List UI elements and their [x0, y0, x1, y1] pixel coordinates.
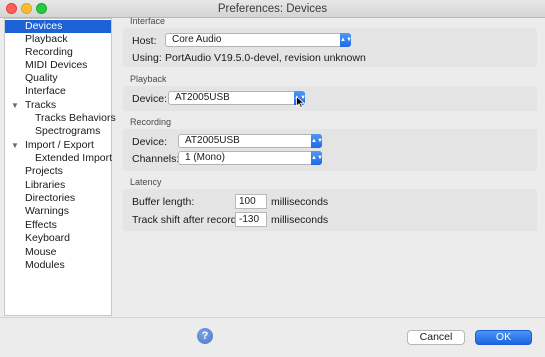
sidebar-item-mouse[interactable]: Mouse: [5, 246, 111, 259]
host-label: Host:: [132, 35, 157, 47]
recording-device-select[interactable]: AT2005USB ▲▼: [178, 134, 323, 148]
using-value: PortAudio V19.5.0-devel, revision unknow…: [165, 52, 366, 64]
playback-device-label: Device:: [132, 93, 168, 105]
recording-device-value: AT2005USB: [185, 135, 240, 146]
channels-value: 1 (Mono): [185, 152, 226, 163]
help-button-label: ?: [201, 330, 209, 342]
maximize-icon[interactable]: [36, 3, 47, 14]
sidebar-item-libraries[interactable]: Libraries: [5, 179, 111, 192]
cancel-button[interactable]: Cancel: [407, 330, 465, 345]
track-shift-field[interactable]: [235, 212, 269, 227]
sidebar-item-warnings[interactable]: Warnings: [5, 205, 111, 218]
using-label: Using:: [132, 52, 162, 64]
sidebar-item-label: Quality: [25, 72, 58, 84]
sidebar-item-label: Directories: [25, 192, 76, 204]
playback-device-select[interactable]: AT2005USB ▲▼: [168, 91, 306, 105]
sidebar-item-midi-devices[interactable]: MIDI Devices: [5, 59, 111, 72]
buffer-length-field[interactable]: [235, 194, 269, 209]
playback-device-value: AT2005USB: [175, 92, 230, 103]
sidebar-item-recording[interactable]: Recording: [5, 46, 111, 59]
track-shift-unit: milliseconds: [271, 214, 329, 226]
sidebar-item-quality[interactable]: Quality: [5, 72, 111, 85]
sidebar-item-modules[interactable]: Modules: [5, 259, 111, 272]
sidebar-item-label: Projects: [25, 165, 63, 177]
window-title: Preferences: Devices: [217, 2, 328, 15]
host-select-value: Core Audio: [172, 34, 222, 45]
latency-section-label: Latency: [130, 177, 162, 187]
sidebar-item-label: Libraries: [25, 179, 66, 191]
track-shift-input[interactable]: [236, 213, 269, 226]
recording-device-label: Device:: [132, 136, 168, 148]
expand-triangle-icon[interactable]: ▼: [11, 99, 19, 112]
sidebar-item-interface[interactable]: Interface: [5, 85, 111, 98]
help-icon[interactable]: ?: [197, 328, 213, 344]
minimize-icon[interactable]: [21, 3, 32, 14]
sidebar-item-label: Warnings: [25, 205, 69, 217]
track-shift-label: Track shift after record:: [132, 214, 240, 226]
sidebar-item-keyboard[interactable]: Keyboard: [5, 232, 111, 245]
buffer-length-label: Buffer length:: [132, 196, 195, 208]
playback-section-label: Playback: [130, 74, 167, 84]
sidebar-item-label: Playback: [25, 33, 68, 45]
interface-section-label: Interface: [130, 16, 166, 26]
sidebar-item-label: Keyboard: [25, 232, 70, 244]
sidebar-item-spectrograms[interactable]: Spectrograms: [5, 125, 111, 138]
channels-label: Channels:: [132, 153, 180, 165]
sidebar-item-label: Recording: [25, 46, 73, 58]
buffer-length-input[interactable]: [236, 195, 269, 208]
popup-arrows-icon: ▲▼: [311, 151, 323, 165]
buffer-length-unit: milliseconds: [271, 196, 329, 208]
sidebar-item-effects[interactable]: Effects: [5, 219, 111, 232]
host-select[interactable]: Core Audio ▲▼: [165, 33, 352, 47]
title-bar: Preferences: Devices: [0, 0, 545, 18]
sidebar-item-label: Tracks: [25, 99, 57, 111]
sidebar-item-label: Extended Import: [35, 152, 113, 164]
sidebar-item-extended-import[interactable]: Extended Import: [5, 152, 113, 165]
preferences-sidebar: Devices Playback Recording MIDI Devices …: [4, 18, 116, 316]
popup-arrows-icon: ▲▼: [340, 33, 352, 47]
sidebar-item-import-export[interactable]: ▼ Import / Export: [5, 139, 111, 152]
sidebar-item-label: Interface: [25, 85, 66, 97]
sidebar-item-playback[interactable]: Playback: [5, 33, 111, 46]
sidebar-item-label: Tracks Behaviors: [35, 112, 116, 124]
sidebar-item-label: MIDI Devices: [25, 59, 88, 71]
sidebar-item-label: Effects: [25, 219, 57, 231]
sidebar-item-devices[interactable]: Devices: [5, 20, 111, 33]
sidebar-item-label: Modules: [25, 259, 65, 271]
sidebar-item-label: Devices: [25, 20, 63, 32]
mouse-cursor-icon: [296, 96, 305, 108]
sidebar-item-label: Spectrograms: [35, 125, 101, 137]
sidebar-item-tracks[interactable]: ▼ Tracks: [5, 99, 111, 112]
sidebar-item-label: Mouse: [25, 246, 57, 258]
footer-divider: [0, 317, 545, 318]
ok-button[interactable]: OK: [475, 330, 532, 345]
sidebar-item-label: Import / Export: [25, 139, 94, 151]
popup-arrows-icon: ▲▼: [311, 134, 323, 148]
recording-section-label: Recording: [130, 117, 172, 127]
preferences-window: Preferences: Devices Devices Playback Re…: [0, 0, 545, 357]
sidebar-item-tracks-behaviors[interactable]: Tracks Behaviors: [5, 112, 116, 125]
close-icon[interactable]: [6, 3, 17, 14]
channels-select[interactable]: 1 (Mono) ▲▼: [178, 151, 323, 165]
expand-triangle-icon[interactable]: ▼: [11, 139, 19, 152]
sidebar-item-directories[interactable]: Directories: [5, 192, 111, 205]
sidebar-item-projects[interactable]: Projects: [5, 165, 111, 178]
